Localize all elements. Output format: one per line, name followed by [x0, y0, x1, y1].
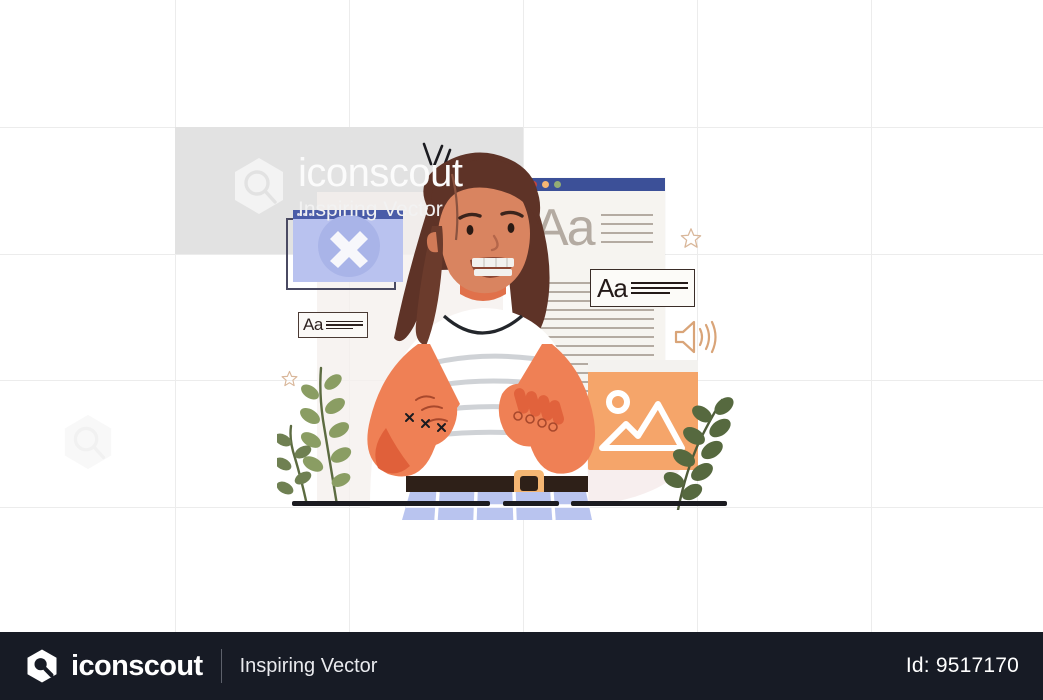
brand-name: iconscout [71, 649, 203, 682]
frustrated-woman-character [367, 152, 596, 520]
brand-lockup[interactable]: iconscout [24, 648, 203, 684]
gridline-vertical [871, 0, 872, 632]
window-dot [297, 213, 300, 216]
iconscout-hexagon-logo [27, 649, 57, 683]
ground-line [503, 501, 559, 506]
footer-tagline: Inspiring Vector [239, 654, 378, 677]
hexagon-magnifier-icon [64, 414, 112, 470]
gridline-vertical [175, 0, 176, 632]
star-outline-icon [680, 228, 702, 248]
leaf-plant-icon [663, 397, 734, 510]
ground-line [292, 501, 490, 506]
illustration-stage: Aa Aa Aa [255, 130, 775, 520]
illustration-canvas: Aa Aa Aa iconscout Inspiring Vector [0, 0, 1043, 632]
footer-bar: iconscout Inspiring Vector Id: 9517170 [0, 632, 1043, 700]
footer-divider [220, 649, 222, 683]
asset-id-label: Id: 9517170 [905, 654, 1019, 677]
ground-line [571, 501, 727, 506]
speaker-volume-icon [674, 320, 717, 354]
window-dot [303, 213, 306, 216]
